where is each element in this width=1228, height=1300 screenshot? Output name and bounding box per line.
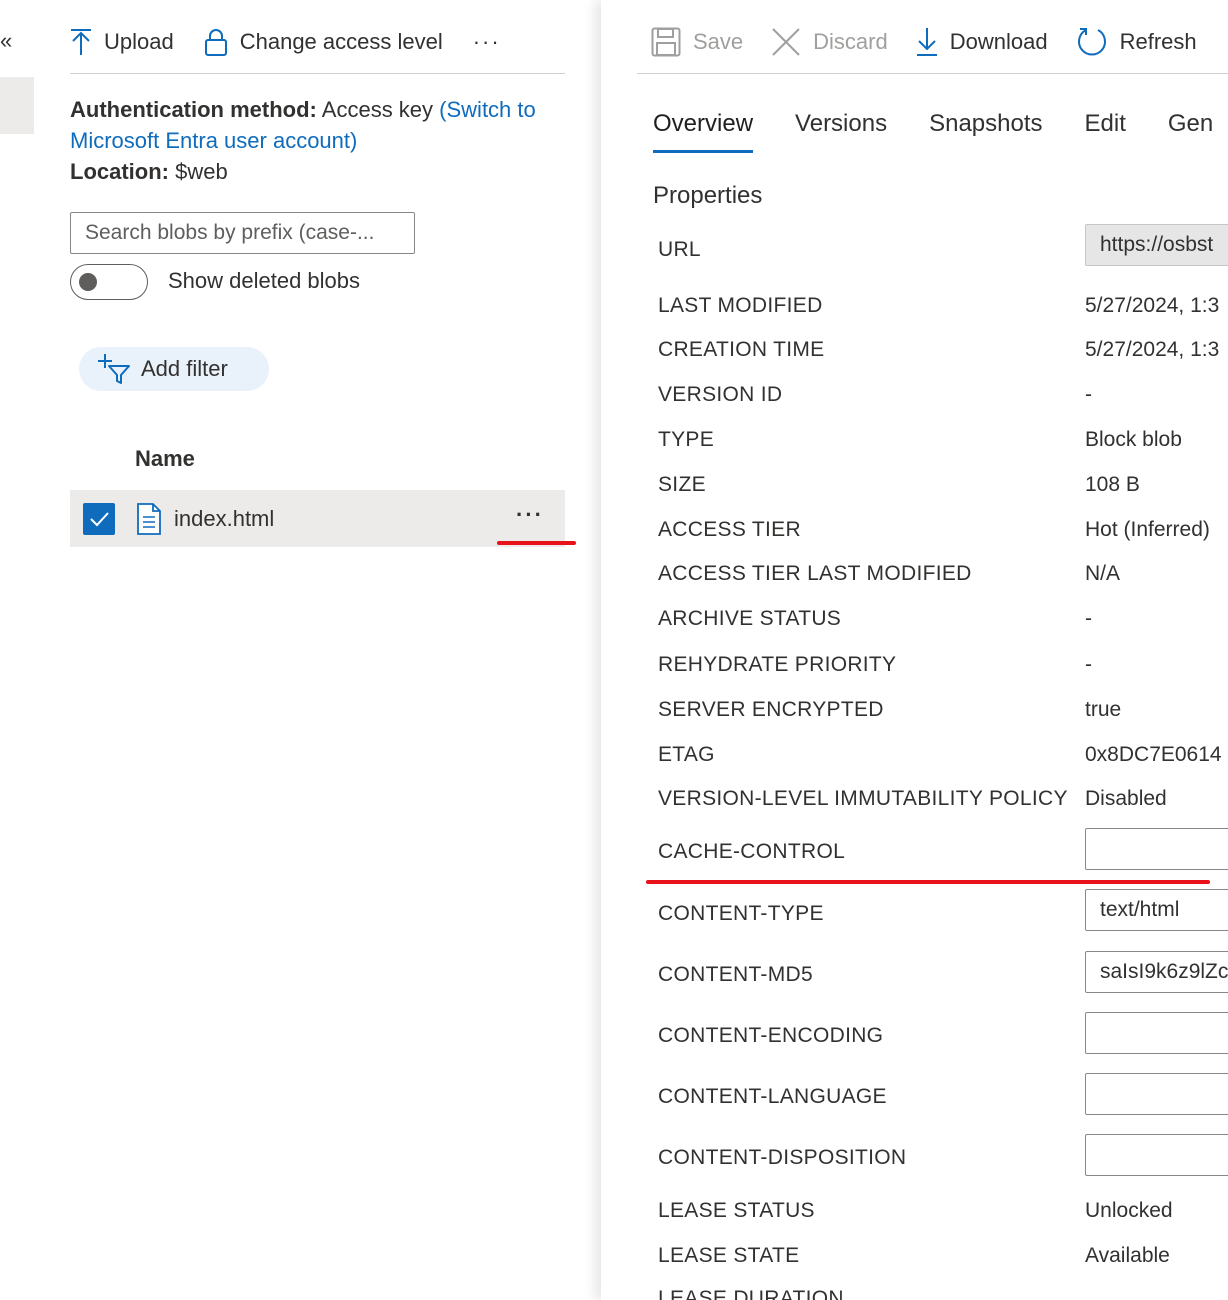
checkmark-icon	[90, 512, 109, 527]
toolbar-divider	[637, 73, 1228, 74]
location-value: $web	[175, 159, 228, 184]
blob-name[interactable]: index.html	[174, 506, 274, 532]
prop-lease-state-value: Available	[1085, 1244, 1170, 1267]
change-access-level-label: Change access level	[239, 29, 443, 54]
prop-archive-status-value: -	[1085, 607, 1092, 630]
prop-content-md5-input[interactable]: saIsI9k6z9lZc	[1085, 951, 1228, 993]
file-icon	[137, 503, 161, 535]
tab-versions[interactable]: Versions	[795, 110, 887, 153]
upload-icon	[71, 29, 91, 55]
prop-archive-status-label: ARCHIVE STATUS	[658, 607, 842, 630]
prop-rehydrate-priority-label: REHYDRATE PRIORITY	[658, 653, 897, 676]
prop-size-value: 108 B	[1085, 473, 1140, 496]
table-row[interactable]: index.html ···	[70, 490, 565, 547]
prop-immutability-policy-value: Disabled	[1085, 787, 1167, 810]
tab-list: Overview Versions Snapshots Edit Gen	[653, 110, 1228, 153]
prop-lease-status-value: Unlocked	[1085, 1199, 1173, 1222]
show-deleted-blobs-toggle[interactable]	[70, 264, 148, 300]
prop-access-tier-last-modified-value: N/A	[1085, 562, 1121, 585]
prop-lease-status-label: LEASE STATUS	[658, 1199, 815, 1222]
tab-edit[interactable]: Edit	[1085, 110, 1126, 153]
prop-content-language-input[interactable]	[1085, 1073, 1228, 1115]
prop-content-type-label: CONTENT-TYPE	[658, 902, 824, 925]
prop-content-language-label: CONTENT-LANGUAGE	[658, 1085, 887, 1108]
discard-button[interactable]: Discard	[771, 27, 888, 57]
toolbar-divider	[70, 73, 565, 74]
container-toolbar: Upload Change access level ···	[70, 22, 565, 62]
toggle-knob	[79, 273, 97, 291]
prop-content-md5-label: CONTENT-MD5	[658, 963, 813, 986]
prop-version-id-label: VERSION ID	[658, 383, 783, 406]
prop-content-disposition-label: CONTENT-DISPOSITION	[658, 1146, 907, 1169]
blob-toolbar: Save Discard Download Refresh	[651, 22, 1225, 62]
prop-server-encrypted-value: true	[1085, 698, 1122, 721]
add-filter-icon	[98, 354, 130, 384]
properties-heading: Properties	[653, 182, 763, 209]
prop-url-field[interactable]: https://osbst	[1085, 224, 1228, 266]
prop-cache-control-input[interactable]	[1085, 828, 1228, 870]
prop-access-tier-last-modified-label: ACCESS TIER LAST MODIFIED	[658, 562, 972, 585]
annotation-underline	[646, 880, 1210, 884]
refresh-button[interactable]: Refresh	[1076, 26, 1197, 58]
blob-properties-panel: Save Discard Download Refresh Overview V…	[601, 0, 1228, 1300]
prop-creation-time-label: CREATION TIME	[658, 338, 825, 361]
add-filter-label: Add filter	[141, 356, 228, 381]
refresh-icon	[1077, 28, 1106, 56]
save-button[interactable]: Save	[651, 27, 743, 57]
prop-last-modified-value: 5/27/2024, 1:3	[1085, 294, 1220, 317]
prop-last-modified-label: LAST MODIFIED	[658, 294, 823, 317]
row-checkbox[interactable]	[83, 503, 115, 535]
prop-access-tier-label: ACCESS TIER	[658, 518, 801, 541]
download-icon	[916, 28, 937, 56]
prop-content-encoding-label: CONTENT-ENCODING	[658, 1024, 884, 1047]
prop-rehydrate-priority-value: -	[1085, 653, 1092, 676]
row-more-button[interactable]: ···	[516, 502, 544, 528]
more-actions-button[interactable]: ···	[473, 29, 501, 55]
prop-etag-value: 0x8DC7E0614	[1085, 743, 1222, 766]
prop-access-tier-value: Hot (Inferred)	[1085, 518, 1210, 541]
upload-button[interactable]: Upload	[70, 28, 174, 56]
refresh-label: Refresh	[1119, 29, 1197, 54]
collapse-nav-icon[interactable]: «	[0, 28, 12, 54]
prop-cache-control-label: CACHE-CONTROL	[658, 840, 846, 863]
nav-selected-item[interactable]	[0, 77, 34, 134]
prop-server-encrypted-label: SERVER ENCRYPTED	[658, 698, 884, 721]
tab-snapshots[interactable]: Snapshots	[929, 110, 1042, 153]
location-label: Location:	[70, 159, 169, 184]
prop-creation-time-value: 5/27/2024, 1:3	[1085, 338, 1220, 361]
download-button[interactable]: Download	[916, 27, 1048, 57]
prop-url-label: URL	[658, 238, 701, 261]
save-icon	[651, 27, 681, 57]
prop-content-type-input[interactable]: text/html	[1085, 889, 1228, 931]
lock-icon	[204, 29, 227, 56]
tab-overview[interactable]: Overview	[653, 110, 754, 153]
tab-generate-sas[interactable]: Gen	[1168, 110, 1213, 153]
save-label: Save	[693, 29, 744, 54]
prop-lease-duration-label: LEASE DURATION	[658, 1287, 844, 1300]
auth-method-label: Authentication method:	[70, 97, 317, 122]
upload-label: Upload	[104, 29, 174, 54]
annotation-underline	[497, 541, 576, 545]
discard-label: Discard	[813, 29, 888, 54]
download-label: Download	[949, 29, 1048, 54]
prop-type-label: TYPE	[658, 428, 715, 451]
prop-lease-state-label: LEASE STATE	[658, 1244, 800, 1267]
search-blobs-field[interactable]	[70, 212, 415, 254]
column-header-name[interactable]: Name	[135, 446, 195, 472]
authentication-method: Authentication method: Access key (Switc…	[70, 94, 570, 156]
prop-immutability-policy-label: VERSION-LEVEL IMMUTABILITY POLICY	[658, 787, 1068, 810]
location: Location: $web	[70, 156, 228, 187]
close-icon	[772, 28, 800, 56]
prop-content-encoding-input[interactable]	[1085, 1012, 1228, 1054]
change-access-level-button[interactable]: Change access level	[204, 28, 443, 56]
prop-etag-label: ETAG	[658, 743, 715, 766]
prop-size-label: SIZE	[658, 473, 706, 496]
auth-method-value: Access key	[321, 97, 434, 122]
prop-content-disposition-input[interactable]	[1085, 1134, 1228, 1176]
prop-type-value: Block blob	[1085, 428, 1182, 451]
prop-version-id-value: -	[1085, 383, 1092, 406]
add-filter-button[interactable]: Add filter	[79, 347, 269, 391]
show-deleted-blobs-label: Show deleted blobs	[168, 268, 361, 293]
search-blobs-input[interactable]	[71, 213, 414, 253]
